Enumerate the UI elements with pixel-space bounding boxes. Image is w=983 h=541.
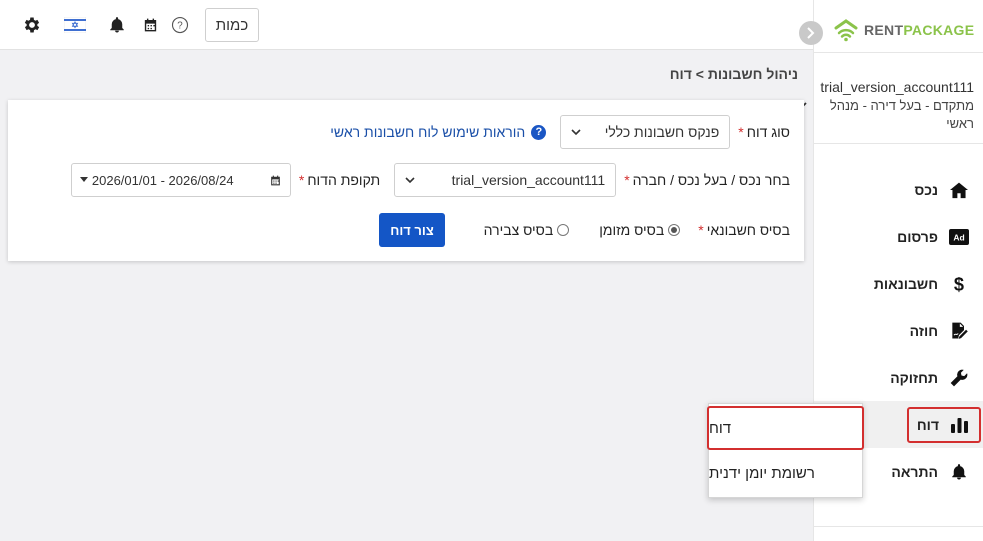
sidebar-item-property[interactable]: נכס <box>814 166 983 213</box>
basis-cash-radio[interactable]: בסיס מזומן <box>599 222 681 238</box>
settings-icon[interactable] <box>22 14 42 36</box>
basis-accrual-radio[interactable]: בסיס צבירה <box>484 222 570 238</box>
sidebar-item-label: פרסום <box>897 228 938 245</box>
calendar-icon[interactable] <box>142 14 159 36</box>
sidebar-item-label: תחזוקה <box>890 369 938 386</box>
brand-logo: RENT PACKAGE <box>832 18 974 42</box>
chevron-right-icon <box>807 27 815 39</box>
basis-row: בסיס חשבונאי* בסיס מזומן בסיס צבירה <box>484 222 790 238</box>
submenu-item-report[interactable]: דוח <box>707 406 864 450</box>
sidebar-item-label: נכס <box>914 181 938 198</box>
wrench-icon <box>948 367 970 389</box>
sidebar-item-label: חשבונאות <box>873 275 938 292</box>
wifi-house-icon <box>834 19 858 42</box>
sidebar-item-label: התראה <box>891 463 938 480</box>
period-value: 2026/01/01 - 2026/08/24 <box>91 172 234 188</box>
ad-icon: Ad <box>948 226 970 248</box>
sidebar-item-contract[interactable]: חוזה <box>814 307 983 354</box>
israel-flag-icon[interactable] <box>64 14 86 36</box>
chevron-down-icon <box>571 128 581 135</box>
contract-icon <box>948 320 970 342</box>
radio-selected-icon <box>668 224 681 236</box>
sidebar-divider <box>814 526 983 527</box>
caret-down-icon <box>79 177 88 182</box>
radio-unselected-icon <box>557 224 570 236</box>
svg-text:?: ? <box>177 20 183 31</box>
brand-rent: RENT <box>864 22 904 38</box>
report-type-select[interactable]: פנקס חשבונות כללי <box>560 115 731 149</box>
top-bar: ? כמות <box>0 0 813 50</box>
sidebar-item-accounting[interactable]: חשבונאות $ <box>814 260 983 307</box>
brand-package: PACKAGE <box>903 22 975 38</box>
help-link-text: הוראות שימוש לוח חשבונות ראשי <box>330 124 526 140</box>
help-icon[interactable]: ? <box>171 14 189 36</box>
account-info: trial_version_account111 מתקדם - בעל דיר… <box>814 52 983 144</box>
home-icon <box>948 179 970 201</box>
property-value: trial_version_account111 <box>451 172 606 188</box>
period-label: תקופת הדוח* <box>298 172 381 188</box>
svg-text:$: $ <box>954 274 964 294</box>
units-button[interactable]: כמות <box>205 8 259 42</box>
sidebar-item-label: דוח <box>916 416 939 433</box>
svg-text:Ad: Ad <box>953 232 964 242</box>
sidebar-item-advertising[interactable]: פרסום Ad <box>814 213 983 260</box>
bell-icon <box>948 461 970 483</box>
report-highlight-box: דוח <box>906 406 981 443</box>
basis-cash-label: בסיס מזומן <box>599 222 665 238</box>
bar-chart-icon <box>949 414 971 436</box>
property-row: בחר נכס / בעל נכס / חברה* trial_version_… <box>70 163 790 197</box>
sidebar-item-label: חוזה <box>909 322 938 339</box>
period-picker[interactable]: 2026/01/01 - 2026/08/24 <box>70 163 291 197</box>
question-icon: ? <box>531 124 547 140</box>
property-label: בחר נכס / בעל נכס / חברה* <box>624 172 790 188</box>
property-select[interactable]: trial_version_account111 <box>394 163 617 197</box>
help-link[interactable]: ? הוראות שימוש לוח חשבונות ראשי <box>330 124 547 140</box>
report-submenu: דוח רשומת יומן ידנית <box>707 403 864 498</box>
basis-accrual-label: בסיס צבירה <box>483 222 554 238</box>
account-name: trial_version_account111 <box>820 79 974 95</box>
create-report-button[interactable]: צור דוח <box>379 213 445 247</box>
basis-label: בסיס חשבונאי* <box>698 222 790 238</box>
report-form-card: סוג דוח* פנקס חשבונות כללי ? הוראות שימו… <box>8 100 804 261</box>
calendar-icon <box>271 175 280 185</box>
sidebar-item-maintenance[interactable]: תחזוקה <box>814 354 983 401</box>
collapse-sidebar-button[interactable] <box>799 21 823 45</box>
account-role: מתקדם - בעל דירה - מנהל ראשי <box>829 98 974 131</box>
dollar-icon: $ <box>948 273 970 295</box>
chevron-down-icon <box>405 176 415 183</box>
submenu-item-manual-journal[interactable]: רשומת יומן ידנית <box>709 451 864 495</box>
report-type-label: סוג דוח* <box>738 124 790 140</box>
breadcrumb: ניהול חשבונות > דוח <box>669 66 798 82</box>
bell-icon[interactable] <box>108 14 126 36</box>
report-type-value: פנקס חשבונות כללי <box>604 124 720 140</box>
report-type-row: סוג דוח* פנקס חשבונות כללי ? הוראות שימו… <box>330 115 790 149</box>
